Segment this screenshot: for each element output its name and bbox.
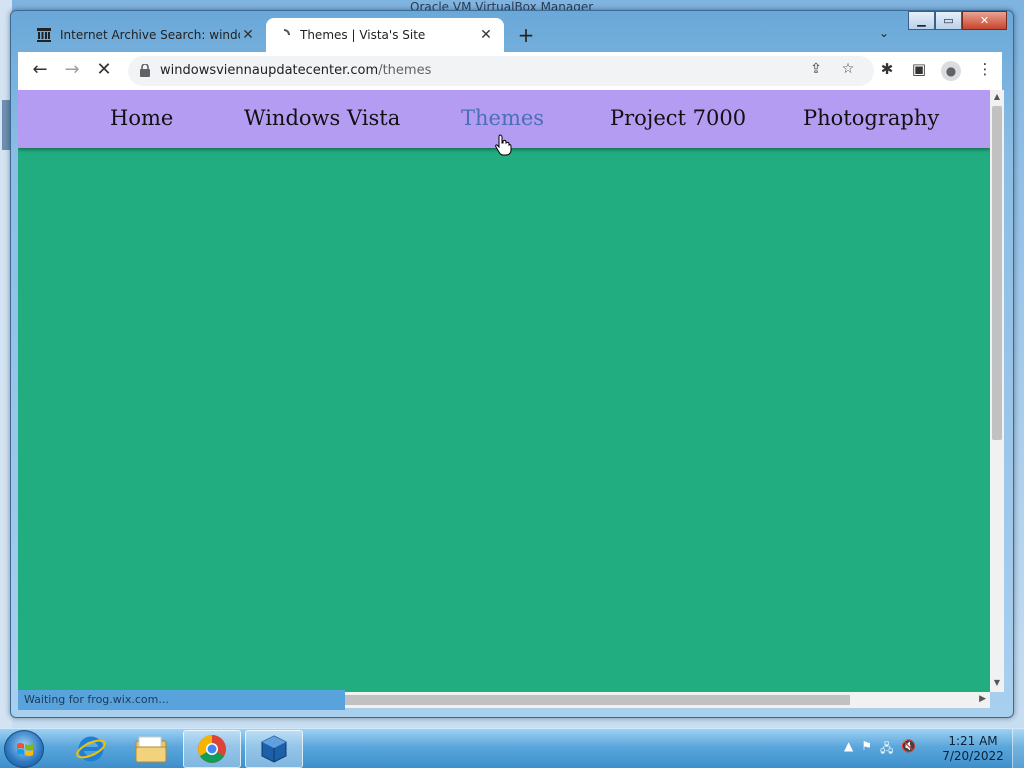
nav-link-photography[interactable]: Photography (803, 106, 939, 130)
show-desktop-button[interactable] (1012, 729, 1024, 768)
show-hidden-icons-icon[interactable]: ▲ (844, 739, 853, 760)
action-center-flag-icon[interactable]: ⚑ (861, 739, 872, 760)
url-path: /themes (378, 63, 432, 78)
scroll-up-arrow-icon[interactable]: ▲ (992, 92, 1002, 104)
close-tab-icon[interactable]: ✕ (478, 27, 494, 43)
side-panel-icon[interactable]: ▣ (908, 60, 930, 82)
tab-strip: Internet Archive Search: windows ✕ Theme… (18, 18, 986, 52)
volume-muted-icon[interactable]: 🔇 (901, 739, 916, 760)
google-chrome-icon[interactable] (183, 730, 241, 768)
virtualbox-icon[interactable] (245, 730, 303, 768)
tab-title: Internet Archive Search: windows (60, 28, 240, 42)
start-button[interactable] (4, 730, 44, 768)
new-tab-button[interactable]: + (514, 24, 538, 48)
scroll-right-arrow-icon[interactable]: ▶ (979, 694, 986, 704)
stop-loading-button[interactable]: ✕ (92, 59, 116, 83)
windows-explorer-icon[interactable] (122, 730, 180, 768)
scroll-down-arrow-icon[interactable]: ▼ (992, 678, 1002, 690)
tab-internet-archive[interactable]: Internet Archive Search: windows ✕ (26, 18, 266, 52)
hand-cursor-icon (495, 134, 512, 156)
nav-link-windows-vista[interactable]: Windows Vista (244, 106, 400, 130)
url-host: windowsviennaupdatecenter.com (160, 63, 379, 78)
lock-icon (140, 64, 150, 77)
profile-avatar-icon[interactable]: ● (941, 61, 961, 81)
network-icon[interactable]: 🖧 (880, 739, 893, 760)
extensions-icon[interactable]: ✱ (876, 60, 898, 82)
tab-search-icon[interactable]: ⌄ (874, 26, 894, 46)
taskbar: ▲ ⚑ 🖧 🔇 1:21 AM 7/20/2022 (0, 728, 1024, 768)
clock-time: 1:21 AM (948, 734, 998, 748)
nav-link-home[interactable]: Home (110, 106, 173, 130)
url-text: windowsviennaupdatecenter.com/themes (160, 63, 431, 78)
browser-toolbar: ← → ✕ windowsviennaupdatecenter.com/them… (18, 52, 1002, 90)
internet-explorer-icon[interactable] (62, 730, 120, 768)
page-viewport: Home Windows Vista Themes Project 7000 P… (18, 90, 990, 692)
windows-flag-icon (17, 743, 33, 756)
vertical-scroll-thumb[interactable] (992, 106, 1002, 440)
nav-link-project-7000[interactable]: Project 7000 (610, 106, 746, 130)
forward-button[interactable]: → (60, 59, 84, 83)
system-tray: ▲ ⚑ 🖧 🔇 (844, 739, 916, 760)
loading-icon (276, 27, 292, 43)
tab-title: Themes | Vista's Site (300, 28, 426, 42)
nav-link-themes[interactable]: Themes (461, 106, 544, 130)
background-window-sidebar (2, 100, 10, 150)
close-tab-icon[interactable]: ✕ (240, 27, 256, 43)
address-bar[interactable]: windowsviennaupdatecenter.com/themes ⇪ ☆ (128, 56, 874, 86)
status-bubble: Waiting for frog.wix.com... (18, 690, 345, 710)
menu-kebab-icon[interactable]: ⋮ (974, 60, 996, 82)
archive-icon (36, 27, 52, 43)
clock[interactable]: 1:21 AM 7/20/2022 (940, 734, 1006, 764)
back-button[interactable]: ← (28, 59, 52, 83)
tab-themes[interactable]: Themes | Vista's Site ✕ (266, 18, 504, 52)
vertical-scrollbar[interactable]: ▲ ▼ (990, 90, 1004, 692)
bookmark-star-icon[interactable]: ☆ (838, 61, 858, 81)
clock-date: 7/20/2022 (942, 749, 1004, 763)
share-icon[interactable]: ⇪ (806, 61, 826, 81)
